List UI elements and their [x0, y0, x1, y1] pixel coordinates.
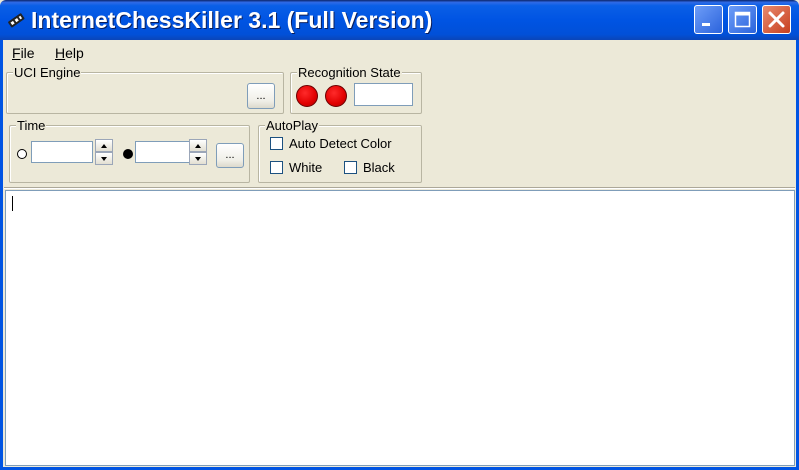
black-time-input[interactable]: [135, 141, 197, 163]
recognition-state-field: [354, 83, 413, 106]
menu-file-label: ile: [20, 45, 35, 61]
auto-detect-color-checkbox[interactable]: [270, 137, 283, 150]
maximize-icon: [734, 11, 751, 28]
chess-app-icon: [8, 13, 25, 28]
autoplay-group: AutoPlay Auto Detect Color White Black: [258, 118, 422, 183]
down-arrow-icon: [195, 157, 201, 161]
down-arrow-icon: [101, 157, 107, 161]
time-browse-button[interactable]: ...: [216, 143, 244, 168]
black-circle-icon: [123, 149, 133, 159]
menu-file[interactable]: File: [12, 44, 35, 62]
maximize-button[interactable]: [728, 5, 757, 34]
menu-help-mnemonic: H: [55, 45, 66, 61]
white-time-spinner[interactable]: [95, 139, 113, 165]
close-icon: [768, 11, 785, 28]
uci-engine-title: UCI Engine: [13, 65, 82, 80]
close-button[interactable]: [762, 5, 791, 34]
time-title: Time: [16, 118, 47, 133]
divider: [4, 187, 795, 189]
recognition-indicator-2: [325, 85, 347, 107]
log-text-area[interactable]: [5, 190, 795, 466]
recognition-state-title: Recognition State: [297, 65, 402, 80]
autoplay-title: AutoPlay: [265, 118, 320, 133]
black-time-up-button[interactable]: [189, 139, 207, 152]
minimize-icon: [702, 23, 710, 26]
recognition-state-group: Recognition State: [290, 65, 422, 114]
title-bar[interactable]: InternetChessKiller 3.1 (Full Version): [0, 0, 799, 40]
white-label[interactable]: White: [289, 160, 322, 175]
auto-detect-color-label[interactable]: Auto Detect Color: [289, 136, 392, 151]
uci-engine-browse-button[interactable]: ...: [247, 83, 275, 109]
app-window: InternetChessKiller 3.1 (Full Version) F…: [0, 0, 799, 470]
black-time-spinner[interactable]: [189, 139, 207, 165]
menu-file-mnemonic: F: [12, 45, 21, 61]
recognition-indicator-1: [296, 85, 318, 107]
minimize-button[interactable]: [694, 5, 723, 34]
black-label[interactable]: Black: [363, 160, 395, 175]
black-checkbox[interactable]: [344, 161, 357, 174]
white-checkbox[interactable]: [270, 161, 283, 174]
uci-engine-group: UCI Engine ...: [6, 65, 284, 114]
white-time-input[interactable]: [31, 141, 93, 163]
time-group: Time ...: [9, 118, 250, 183]
white-circle-icon: [17, 149, 27, 159]
white-time-down-button[interactable]: [95, 152, 113, 165]
text-caret: [12, 196, 13, 211]
black-time-down-button[interactable]: [189, 152, 207, 165]
menu-help-label: elp: [65, 45, 84, 61]
window-border-left: [0, 40, 3, 470]
up-arrow-icon: [101, 144, 107, 148]
menu-help[interactable]: Help: [55, 44, 84, 62]
up-arrow-icon: [195, 144, 201, 148]
menu-bar: File Help: [0, 40, 799, 64]
white-time-up-button[interactable]: [95, 139, 113, 152]
window-title: InternetChessKiller 3.1 (Full Version): [31, 7, 433, 33]
